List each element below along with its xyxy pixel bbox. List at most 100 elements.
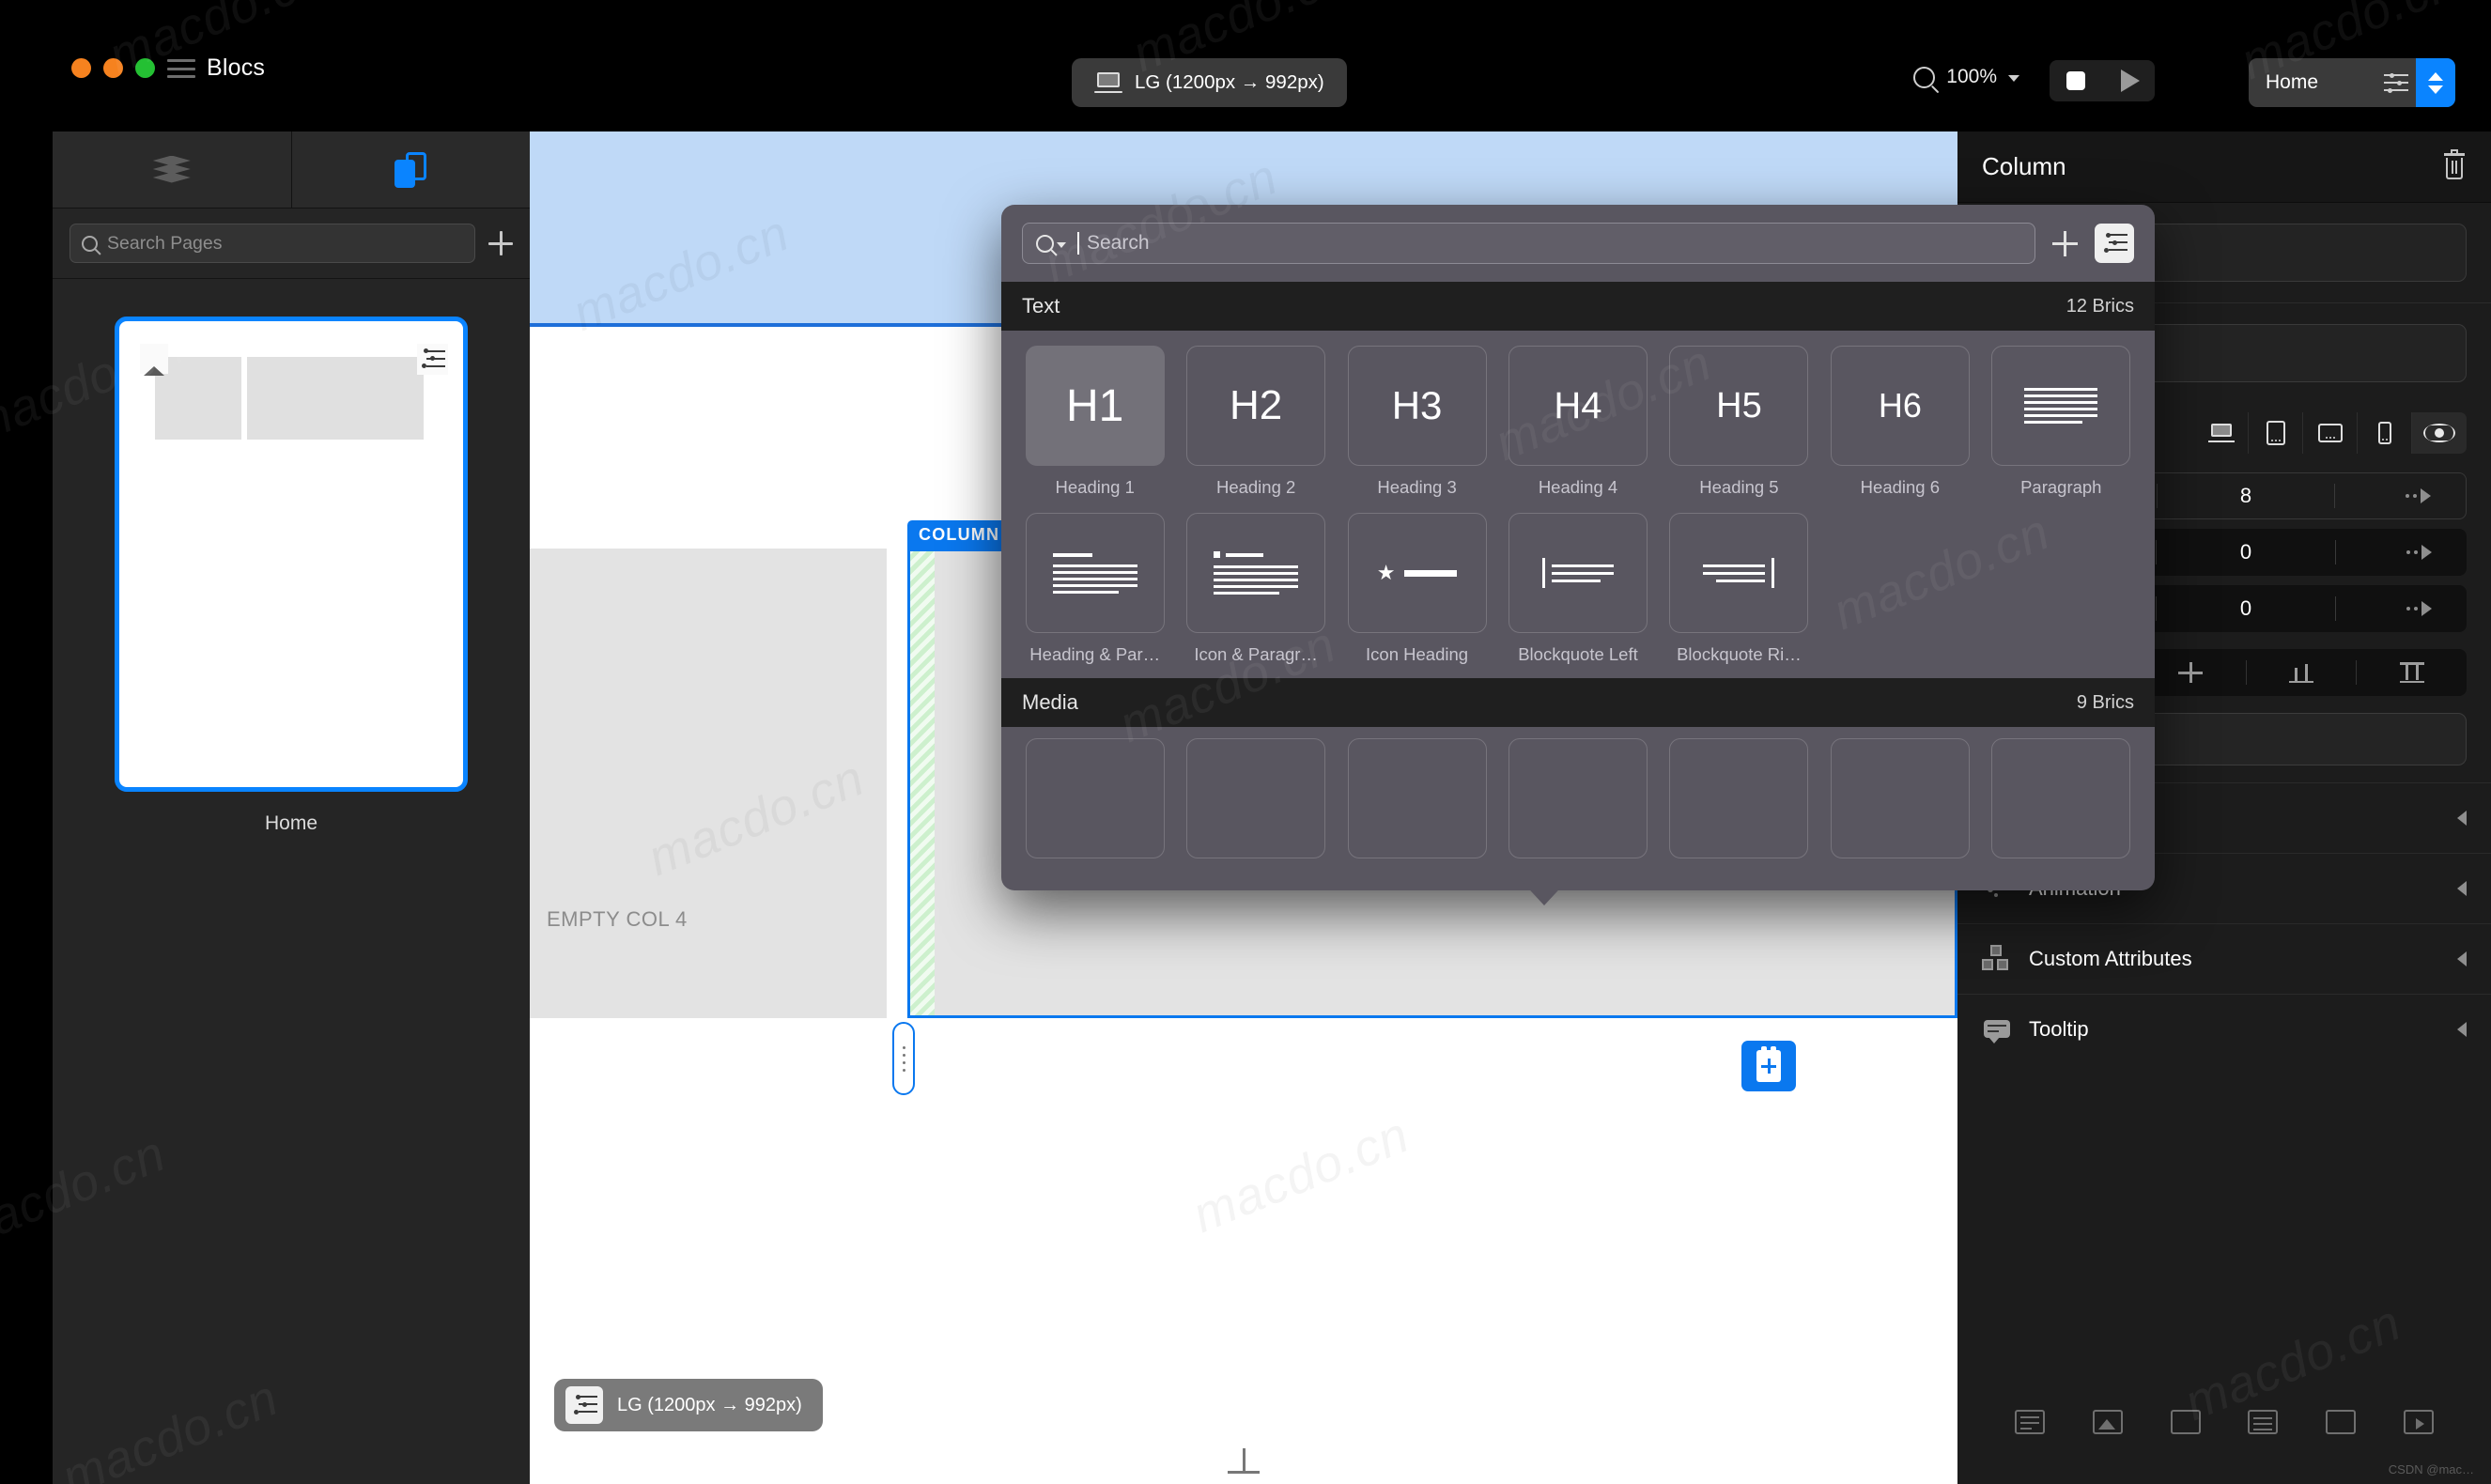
increment-button[interactable] — [2405, 488, 2431, 503]
page-search-row: Search Pages — [53, 209, 530, 278]
search-input[interactable]: Search Pages — [70, 224, 475, 263]
icon-paragraph-icon — [1214, 551, 1299, 595]
bric-tile-blockquote-left[interactable]: Blockquote Left — [1497, 507, 1658, 674]
increment-button[interactable] — [2406, 601, 2432, 616]
popup-header: Search — [1001, 205, 2155, 282]
bric-label: Icon Heading — [1366, 644, 1469, 664]
page-selector[interactable]: Home — [2249, 58, 2455, 107]
bric-label: Heading 5 — [1699, 477, 1779, 497]
visibility-button[interactable] — [2412, 412, 2467, 454]
play-button[interactable] — [2102, 60, 2155, 101]
bric-tile-heading-6[interactable]: H6 Heading 6 — [1819, 340, 1980, 507]
chevron-down-icon[interactable] — [2008, 75, 2019, 82]
sliders-icon — [565, 1386, 603, 1424]
zoom-control[interactable]: 100% — [1913, 66, 2019, 88]
stepper-updown-icon[interactable] — [2416, 58, 2455, 107]
chevron-right-icon[interactable] — [2457, 951, 2467, 966]
laptop-icon — [2207, 424, 2235, 442]
accordion-custom-attributes[interactable]: Custom Attributes — [1957, 923, 2491, 994]
bric-label: Heading 3 — [1377, 477, 1457, 497]
search-input[interactable]: Search — [1022, 223, 2035, 264]
bric-tile[interactable] — [1669, 738, 1809, 858]
stop-button[interactable] — [2050, 60, 2102, 101]
zoom-level: 100% — [1946, 66, 1997, 87]
sidebar-item-layers[interactable] — [53, 131, 291, 208]
bric-glyph: H5 — [1716, 385, 1762, 425]
breakpoint-tablet-portrait-button[interactable] — [2249, 412, 2303, 454]
bric-tile-heading-paragraph[interactable]: Heading & Par… — [1014, 507, 1175, 674]
bric-tile-heading-5[interactable]: H5 Heading 5 — [1659, 340, 1819, 507]
bric-tile[interactable] — [1991, 738, 2131, 858]
bric-tile[interactable] — [1186, 738, 1326, 858]
form-icon[interactable] — [2015, 1410, 2046, 1434]
bric-tile[interactable] — [1830, 738, 1970, 858]
bric-tile[interactable] — [1025, 738, 1165, 858]
empty-column-block[interactable]: EMPTY COL 4 — [530, 549, 887, 1018]
app-title: Blocs — [207, 54, 266, 81]
inspector-bottom-bar — [1957, 1394, 2491, 1450]
add-page-icon[interactable] — [488, 231, 513, 255]
app-window: macdo.cn macdo.cn macdo.cn macdo.cn macd… — [0, 0, 2491, 1484]
watermark: macdo.cn — [1184, 1105, 1417, 1244]
trash-icon[interactable] — [2442, 148, 2467, 181]
bric-tile-heading-4[interactable]: H4 Heading 4 — [1497, 340, 1658, 507]
bric-grid-text: H1 Heading 1 H2 Heading 2 H3 Heading 3 H… — [1001, 331, 2155, 678]
traffic-lights[interactable] — [71, 58, 155, 78]
search-chevron-icon[interactable] — [1036, 234, 1066, 253]
bric-tile-blockquote-right[interactable]: Blockquote Ri… — [1659, 507, 1819, 674]
align-stretch-icon[interactable] — [2357, 660, 2467, 685]
minimize-button[interactable] — [103, 58, 123, 78]
menu-icon[interactable] — [167, 59, 195, 78]
list-icon[interactable] — [2248, 1410, 2279, 1434]
breakpoint-chip-label: LG (1200px → 992px) — [617, 1394, 802, 1415]
chevron-right-icon[interactable] — [2457, 811, 2467, 826]
document-icon[interactable] — [2325, 1410, 2356, 1434]
bric-label: Blockquote Ri… — [1677, 644, 1802, 664]
sliders-icon[interactable] — [2384, 71, 2408, 94]
bric-tile-icon-heading[interactable]: ★ Icon Heading — [1337, 507, 1497, 674]
layers-icon — [152, 155, 191, 184]
align-bottom-icon[interactable] — [2247, 660, 2358, 685]
bric-tile-heading-1[interactable]: H1 Heading 1 — [1014, 340, 1175, 507]
add-bloc-icon[interactable] — [1228, 1448, 1260, 1474]
add-bric-icon[interactable] — [2052, 230, 2078, 256]
device-breakpoint-button[interactable]: LG (1200px → 992px) — [1072, 58, 1347, 107]
breakpoint-phone-button[interactable] — [2358, 412, 2412, 454]
chevron-right-icon[interactable] — [2457, 881, 2467, 896]
add-bric-button[interactable] — [1741, 1041, 1796, 1091]
breakpoint-chip[interactable]: LG (1200px → 992px) — [554, 1379, 823, 1431]
bric-tile-icon-paragraph[interactable]: Icon & Paragr… — [1175, 507, 1336, 674]
sliders-icon[interactable] — [2095, 224, 2134, 263]
maximize-button[interactable] — [135, 58, 155, 78]
section-count: 9 Brics — [2076, 691, 2134, 713]
thumb-block — [247, 357, 424, 440]
bric-tile-heading-3[interactable]: H3 Heading 3 — [1337, 340, 1497, 507]
style-icon[interactable] — [2170, 1410, 2201, 1434]
bric-label: Blockquote Left — [1518, 644, 1638, 664]
picture-icon[interactable] — [2092, 1410, 2123, 1434]
page-thumbnail[interactable] — [115, 317, 468, 792]
bric-tile[interactable] — [1508, 738, 1648, 858]
breakpoint-tablet-landscape-button[interactable] — [2303, 412, 2358, 454]
column-resize-handle[interactable] — [892, 1022, 915, 1095]
accordion-tooltip[interactable]: Tooltip — [1957, 994, 2491, 1064]
search-icon[interactable] — [1913, 66, 1936, 88]
bric-tile-paragraph[interactable]: Paragraph — [1981, 340, 2142, 507]
left-sidebar: Search Pages Home — [53, 131, 530, 1484]
sidebar-item-pages[interactable] — [290, 131, 530, 208]
bric-tile[interactable] — [1347, 738, 1487, 858]
chevron-right-icon[interactable] — [2457, 1022, 2467, 1037]
breakpoint-laptop-button[interactable] — [2194, 412, 2249, 454]
add-bric-icon — [1756, 1046, 1781, 1082]
increment-button[interactable] — [2406, 545, 2432, 560]
video-icon[interactable] — [2403, 1410, 2434, 1434]
phone-icon — [2377, 422, 2391, 444]
brics-popup[interactable]: Search Text 12 Brics H1 Heading 1 H2 Hea… — [1001, 205, 2155, 890]
preview-controls[interactable] — [2050, 60, 2155, 101]
close-button[interactable] — [71, 58, 91, 78]
page-settings-icon[interactable] — [417, 344, 448, 375]
list-item[interactable]: Home — [115, 317, 468, 835]
bric-glyph: H4 — [1554, 384, 1602, 426]
bric-tile-heading-2[interactable]: H2 Heading 2 — [1175, 340, 1336, 507]
section-count: 12 Brics — [2066, 295, 2134, 317]
